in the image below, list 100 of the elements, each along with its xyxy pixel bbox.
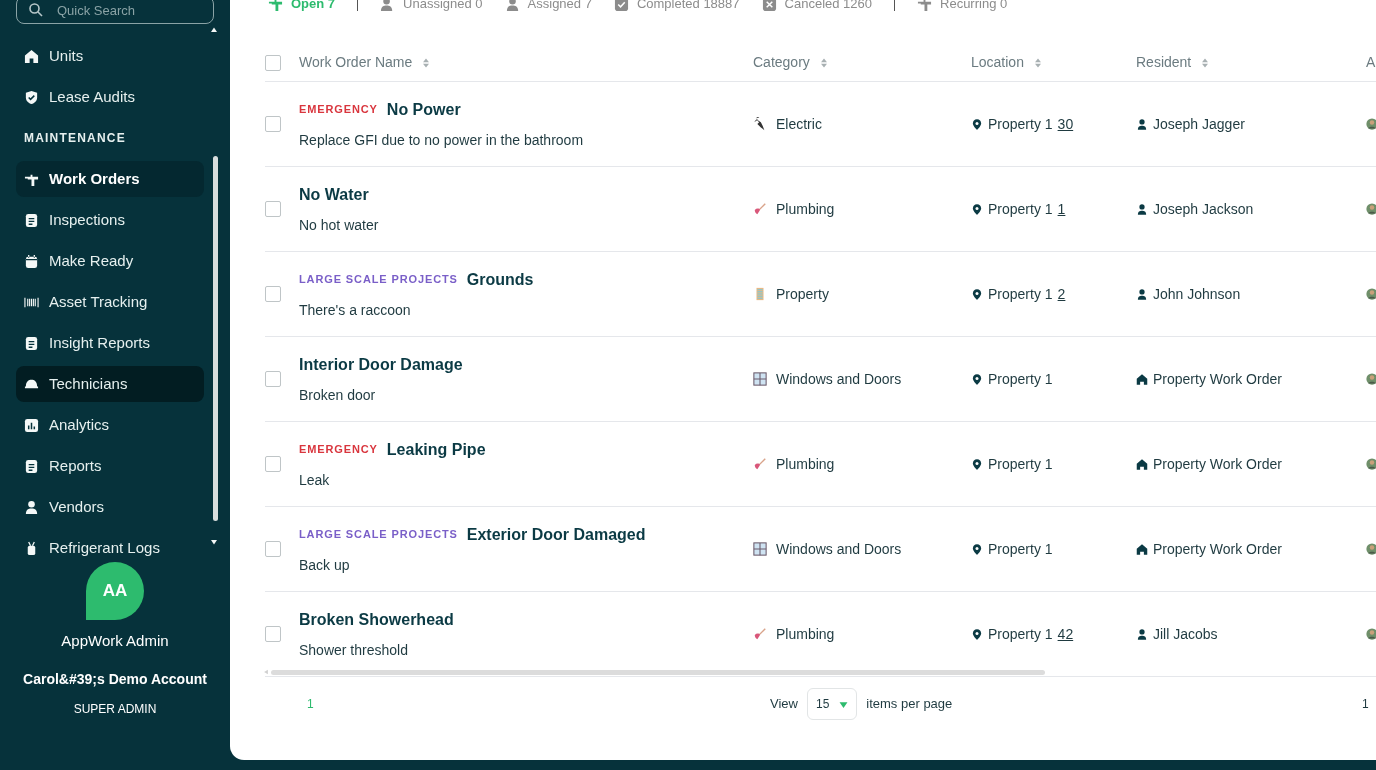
location-label: Property 1 bbox=[988, 199, 1053, 219]
house-icon bbox=[24, 48, 39, 64]
user-name: AppWork Admin bbox=[61, 631, 169, 651]
house-icon bbox=[1136, 372, 1148, 386]
plunger-icon bbox=[753, 457, 767, 471]
location-label: Property 1 bbox=[988, 539, 1053, 559]
plug-icon bbox=[753, 117, 767, 131]
work-order-title[interactable]: No Power bbox=[386, 97, 461, 122]
section-heading: MAINTENANCE bbox=[23, 130, 127, 147]
nav-item[interactable]: Vendors bbox=[16, 489, 204, 525]
avatar-icon bbox=[1366, 458, 1376, 470]
nav-item[interactable]: Analytics bbox=[16, 407, 204, 443]
checkbox[interactable] bbox=[265, 626, 281, 642]
avatar-icon bbox=[1366, 118, 1376, 130]
search-icon bbox=[28, 2, 44, 18]
resident-name: Property Work Order bbox=[1153, 454, 1282, 474]
checkbox[interactable] bbox=[265, 371, 281, 387]
document-icon bbox=[24, 212, 39, 228]
checkbox[interactable] bbox=[265, 541, 281, 557]
person-icon bbox=[24, 499, 39, 515]
category-label: Plumbing bbox=[776, 199, 835, 219]
nav-item[interactable]: Insight Reports bbox=[16, 325, 204, 361]
work-order-title[interactable]: No Water bbox=[299, 182, 369, 207]
unit-link[interactable]: 42 bbox=[1057, 623, 1074, 645]
view-label: View bbox=[770, 695, 798, 714]
resident-name: Property Work Order bbox=[1153, 539, 1282, 559]
category-label: Plumbing bbox=[776, 454, 835, 474]
location-label: Property 1 bbox=[988, 369, 1053, 389]
checkbox[interactable] bbox=[265, 201, 281, 217]
column-header[interactable]: Resident bbox=[1136, 52, 1192, 73]
work-order-description: Replace GFI due to no power in the bathroom bbox=[299, 130, 585, 150]
person-icon bbox=[1136, 202, 1148, 216]
shield-icon bbox=[24, 89, 39, 105]
person-icon bbox=[1136, 627, 1148, 641]
nav-item[interactable]: Lease Audits bbox=[16, 79, 204, 115]
unit-link[interactable]: 30 bbox=[1057, 113, 1074, 135]
location-label: Property 1 bbox=[988, 114, 1053, 134]
resident-name: Joseph Jagger bbox=[1153, 114, 1245, 134]
avatar-icon bbox=[1366, 203, 1376, 215]
column-header[interactable]: Location bbox=[971, 52, 1024, 73]
nav-item[interactable]: Technicians bbox=[16, 366, 204, 402]
checkbox[interactable] bbox=[265, 286, 281, 302]
location-label: Property 1 bbox=[988, 624, 1053, 644]
nav-item[interactable]: Asset Tracking bbox=[16, 284, 204, 320]
house-icon bbox=[1136, 542, 1148, 556]
avatar-icon bbox=[1366, 628, 1376, 640]
unit-link[interactable]: 2 bbox=[1057, 283, 1066, 305]
bar-chart-icon bbox=[24, 417, 39, 433]
location-pin-icon bbox=[971, 457, 983, 471]
work-order-description: Back up bbox=[299, 555, 351, 575]
column-header[interactable]: Work Order Name bbox=[299, 52, 413, 73]
column-header[interactable]: A bbox=[1366, 52, 1376, 73]
column-header[interactable]: Category bbox=[753, 52, 810, 73]
page-count: 1 bbox=[1362, 696, 1369, 713]
person-icon bbox=[504, 0, 520, 12]
checkbox[interactable] bbox=[265, 116, 281, 132]
work-order-title[interactable]: Leaking Pipe bbox=[386, 437, 486, 462]
calendar-icon bbox=[24, 253, 39, 269]
nav-item[interactable]: Units bbox=[16, 38, 204, 74]
unit-link[interactable]: 1 bbox=[1057, 198, 1066, 220]
account-name: Carol&#39;s Demo Account bbox=[23, 669, 207, 689]
nav-item[interactable]: Inspections bbox=[16, 202, 204, 238]
location-label: Property 1 bbox=[988, 454, 1053, 474]
location-label: Property 1 bbox=[988, 284, 1053, 304]
window-icon bbox=[753, 372, 767, 386]
location-pin-icon bbox=[971, 117, 983, 131]
plunger-icon bbox=[753, 627, 767, 641]
scroll-down-icon bbox=[210, 538, 218, 546]
work-order-title[interactable]: Interior Door Damage bbox=[299, 352, 463, 377]
category-label: Plumbing bbox=[776, 624, 835, 644]
work-order-title[interactable]: Grounds bbox=[466, 267, 534, 292]
house-icon bbox=[1136, 457, 1148, 471]
location-pin-icon bbox=[971, 372, 983, 386]
category-label: Electric bbox=[776, 114, 822, 134]
document-icon bbox=[24, 458, 39, 474]
location-pin-icon bbox=[971, 287, 983, 301]
person-icon bbox=[1136, 287, 1148, 301]
work-order-description: Shower threshold bbox=[299, 640, 409, 660]
avatar-icon bbox=[1366, 543, 1376, 555]
work-order-title[interactable]: Exterior Door Damaged bbox=[466, 522, 646, 547]
location-pin-icon bbox=[971, 202, 983, 216]
category-label: Windows and Doors bbox=[776, 369, 902, 389]
category-label: Property bbox=[776, 284, 829, 304]
per-page-dropdown[interactable]: 15 bbox=[806, 688, 858, 720]
caret-down-icon bbox=[839, 699, 849, 709]
select-all-checkbox[interactable] bbox=[265, 54, 281, 71]
checkbox[interactable] bbox=[265, 456, 281, 472]
per-page-label: items per page bbox=[866, 695, 953, 714]
search-field[interactable]: Quick Search bbox=[16, 0, 214, 24]
nav-item[interactable]: Reports bbox=[16, 448, 204, 484]
work-order-description: Leak bbox=[299, 470, 331, 490]
user-avatar: AA bbox=[86, 562, 144, 620]
nav-item[interactable]: Make Ready bbox=[16, 243, 204, 279]
location-pin-icon bbox=[971, 542, 983, 556]
nav-item[interactable]: Work Orders bbox=[16, 161, 204, 197]
work-order-title[interactable]: Broken Showerhead bbox=[299, 607, 454, 632]
document-icon bbox=[24, 335, 39, 351]
priority-tag: EMERGENCY bbox=[299, 441, 378, 458]
work-order-description: No hot water bbox=[299, 215, 380, 235]
scroll-up-icon bbox=[210, 26, 218, 34]
